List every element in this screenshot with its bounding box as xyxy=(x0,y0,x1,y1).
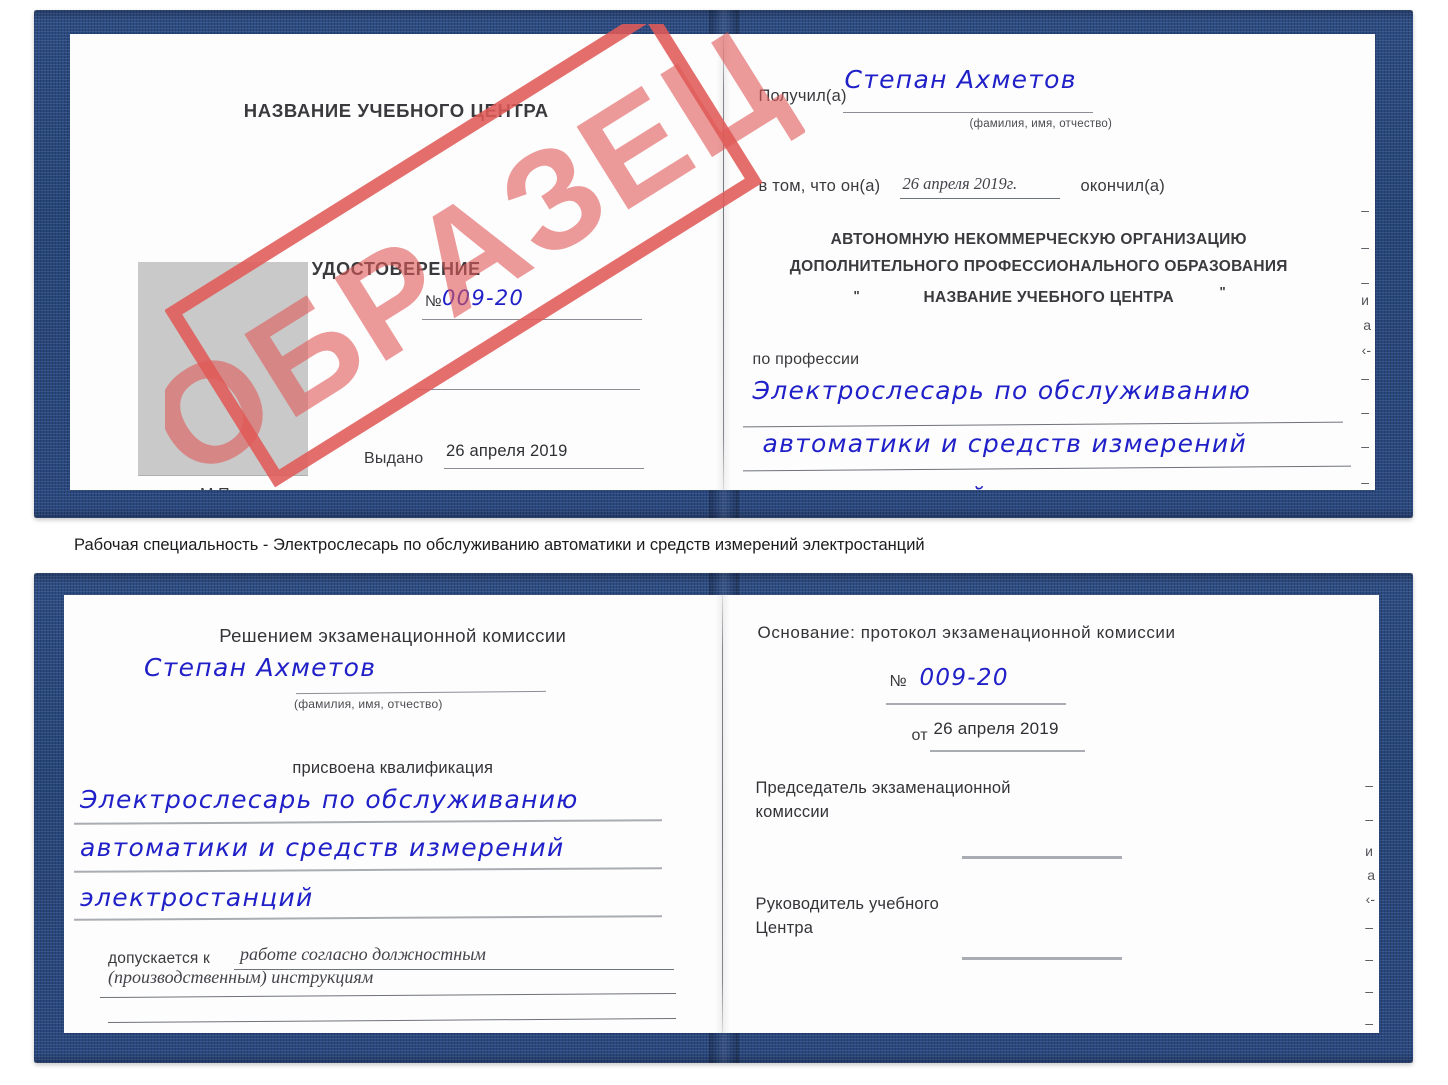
protocol-date-rule xyxy=(929,750,1085,752)
margin-fragment: – xyxy=(1365,1015,1373,1031)
received-name-value: Степан Ахметов xyxy=(844,65,1077,94)
completion-date-value: 26 апреля 2019г. xyxy=(902,174,1018,193)
cover-top-shadow xyxy=(34,10,1413,20)
profession-line-1: Электрослесарь по обслуживанию xyxy=(752,376,1252,405)
qualification-rule-3 xyxy=(73,915,663,921)
qualification-label: присвоена квалификация xyxy=(292,759,494,777)
cover-bottom-shadow xyxy=(34,1053,1413,1063)
margin-fragment: ‹- xyxy=(1361,342,1371,358)
in-that-label: в том, что он(а) xyxy=(758,177,881,195)
certificate-number-value: 009-20 xyxy=(442,286,525,310)
issued-label: Выдано xyxy=(364,450,424,467)
commission-decision-title: Решением экзаменационной комиссии xyxy=(219,625,567,646)
organization-quote-close: " xyxy=(1219,284,1226,299)
margin-fragment: – xyxy=(1365,811,1373,827)
allowed-to-label: допускается к xyxy=(108,950,210,967)
profession-rule-2 xyxy=(742,465,1351,472)
qualification-line-3: электростанций xyxy=(80,883,314,912)
graduate-name-value: Степан Ахметов xyxy=(144,653,377,682)
profession-label: по профессии xyxy=(752,351,860,368)
organization-line-1: АВТОНОМНУЮ НЕКОММЕРЧЕСКУЮ ОРГАНИЗАЦИЮ xyxy=(830,231,1247,248)
margin-fragment: и xyxy=(1361,292,1369,308)
organization-line-2: ДОПОЛНИТЕЛЬНОГО ПРОФЕССИОНАЛЬНОГО ОБРАЗО… xyxy=(789,258,1288,275)
certificate-bottom-left-page: Решением экзаменационной комиссии Степан… xyxy=(64,595,722,1033)
qualification-line-1: Электрослесарь по обслуживанию xyxy=(80,785,579,814)
margin-fragment: – xyxy=(1365,951,1373,967)
allowed-to-value-line-1: работе согласно должностным xyxy=(240,944,486,964)
blank-rule-1 xyxy=(415,389,640,390)
margin-fragment: – xyxy=(1361,474,1369,490)
completion-date-rule xyxy=(899,198,1060,199)
margin-fragment: ‹- xyxy=(1365,891,1375,907)
certificate-bottom-right-page: Основание: протокол экзаменационной коми… xyxy=(722,595,1380,1033)
profession-line-3: электростанций xyxy=(753,482,987,490)
protocol-number-value: 009-20 xyxy=(919,665,1009,691)
margin-fragment: а xyxy=(1363,317,1371,333)
organization-line-3: НАЗВАНИЕ УЧЕБНОГО ЦЕНТРА xyxy=(923,289,1175,306)
training-center-name-heading: НАЗВАНИЕ УЧЕБНОГО ЦЕНТРА xyxy=(243,100,549,121)
protocol-number-label: № xyxy=(889,673,907,690)
certificate-top-right-page: Получил(а) Степан Ахметов (фамилия, имя,… xyxy=(723,34,1376,490)
margin-fragment: – xyxy=(1361,370,1369,386)
qualification-rule-2 xyxy=(73,867,663,873)
issued-date-value: 26 апреля 2019 xyxy=(446,442,568,460)
certificate-number-rule xyxy=(422,319,642,320)
head-signature-rule xyxy=(961,957,1122,960)
received-label: Получил(а) xyxy=(758,87,847,105)
allowed-rule-2 xyxy=(100,992,676,999)
basis-protocol-label: Основание: протокол экзаменационной коми… xyxy=(757,623,1176,642)
margin-fragment: а xyxy=(1367,867,1375,883)
received-name-rule xyxy=(842,112,1093,113)
margin-fragment: – xyxy=(1361,404,1369,420)
photo-placeholder xyxy=(138,262,308,476)
chairman-signature-rule xyxy=(961,856,1122,859)
margin-fragment: – xyxy=(1365,919,1373,935)
fio-hint: (фамилия, имя, отчество) xyxy=(969,118,1113,130)
protocol-number-rule xyxy=(885,703,1066,705)
margin-fragment: – xyxy=(1361,202,1369,218)
qualification-line-2: автоматики и средств измерений xyxy=(80,833,565,862)
finished-label: окончил(а) xyxy=(1080,177,1165,195)
allowed-rule-3 xyxy=(108,1018,676,1023)
profession-rule-1 xyxy=(742,421,1343,428)
fio-hint: (фамилия, имя, отчество) xyxy=(294,697,443,711)
margin-fragment: – xyxy=(1361,438,1369,454)
profession-line-2: автоматики и средств измерений xyxy=(762,429,1248,458)
graduate-name-rule xyxy=(296,690,546,695)
certificate-title: УДОСТОВЕРЕНИЕ xyxy=(311,259,481,279)
head-label-line-2: Центра xyxy=(755,919,814,937)
image-caption: Рабочая специальность - Электрослесарь п… xyxy=(74,536,925,554)
qualification-rule-1 xyxy=(73,819,663,825)
cover-bottom-shadow xyxy=(34,508,1413,518)
certificate-top: НАЗВАНИЕ УЧЕБНОГО ЦЕНТРА УДОСТОВЕРЕНИЕ №… xyxy=(34,0,1413,518)
certificate-top-pages: НАЗВАНИЕ УЧЕБНОГО ЦЕНТРА УДОСТОВЕРЕНИЕ №… xyxy=(70,0,1376,509)
head-label-line-1: Руководитель учебного xyxy=(755,895,939,913)
margin-fragment: – xyxy=(1365,777,1373,793)
margin-fragment: – xyxy=(1361,274,1369,290)
margin-fragment: – xyxy=(1361,239,1369,255)
allowed-to-value-line-2: (производственным) инструкциям xyxy=(108,967,374,987)
protocol-date-value: 26 апреля 2019 xyxy=(933,719,1059,738)
certificate-bottom-pages: Решением экзаменационной комиссии Степан… xyxy=(64,595,1379,1033)
stamp-place-label: М.П. xyxy=(200,486,235,490)
chairman-label-line-2: комиссии xyxy=(755,803,830,821)
certificate-top-left-page: НАЗВАНИЕ УЧЕБНОГО ЦЕНТРА УДОСТОВЕРЕНИЕ №… xyxy=(70,34,723,490)
cover-top-shadow xyxy=(34,573,1413,583)
chairman-label-line-1: Председатель экзаменационной xyxy=(755,779,1011,797)
margin-fragment: и xyxy=(1365,843,1373,859)
margin-fragment: – xyxy=(1365,983,1373,999)
protocol-date-label: от xyxy=(911,727,928,744)
certificate-bottom: Решением экзаменационной комиссии Степан… xyxy=(34,573,1413,1063)
certificate-number-label: № xyxy=(425,293,442,310)
issued-date-rule xyxy=(444,468,644,469)
